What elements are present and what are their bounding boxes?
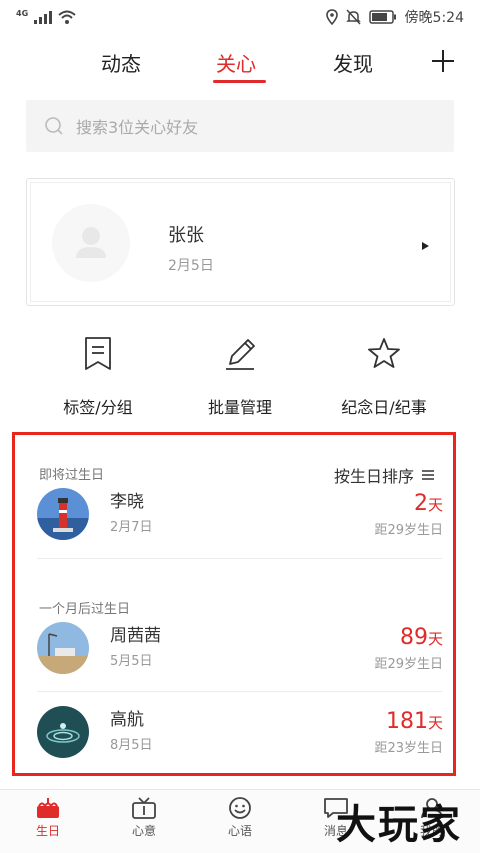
status-left: 4G <box>16 8 76 24</box>
tab-faxian[interactable]: 发现 <box>333 48 373 77</box>
bottom-tab-label: 心意 <box>131 824 156 838</box>
wifi-icon <box>58 10 76 24</box>
days-remaining: 89天 <box>400 625 443 650</box>
tab-dongtai[interactable]: 动态 <box>101 48 141 77</box>
action-batch-manage[interactable]: 批量管理 <box>170 336 310 418</box>
water-drop-photo-icon <box>37 706 89 758</box>
age-distance: 距29岁生日 <box>374 657 443 672</box>
signal-icon <box>34 11 53 24</box>
section-label-upcoming: 即将过生日 <box>39 468 105 483</box>
birthday-row[interactable]: 李晓 2月7日 2天 距29岁生日 <box>37 483 443 545</box>
status-right: 傍晚5:24 <box>325 7 464 27</box>
add-icon[interactable] <box>430 48 456 74</box>
friend-birthday-date: 8月5日 <box>110 738 153 753</box>
bottom-tab-words[interactable]: 心语 <box>192 796 288 839</box>
days-remaining: 2天 <box>414 491 443 516</box>
bottom-tab-label: 生日 <box>35 824 60 838</box>
friend-birthday-date: 5月5日 <box>110 654 153 669</box>
action-label: 纪念日/纪事 <box>341 398 427 417</box>
profile-card[interactable]: 张张 2月5日 <box>26 178 455 306</box>
top-nav: 动态 关心 发现 <box>0 38 480 88</box>
birthday-row[interactable]: 周茜茜 5月5日 89天 距29岁生日 <box>37 617 443 679</box>
watermark-text: 大玩家 <box>336 801 462 848</box>
search-placeholder: 搜索3位关心好友 <box>76 118 199 137</box>
friend-name: 李晓 <box>110 492 144 512</box>
days-value: 181 <box>385 709 428 734</box>
section-label-later: 一个月后过生日 <box>39 602 131 617</box>
action-label: 标签/分组 <box>63 398 133 417</box>
days-value: 89 <box>399 625 428 650</box>
divider <box>37 691 442 692</box>
pencil-icon <box>226 339 255 370</box>
friend-name: 高航 <box>110 710 144 730</box>
smile-icon <box>229 797 251 819</box>
quick-actions: 标签/分组 批量管理 纪念日/纪事 <box>0 336 480 426</box>
battery-icon <box>368 10 396 24</box>
network-type: 4G <box>16 8 29 18</box>
mute-bell-icon <box>345 9 361 25</box>
days-remaining: 181天 <box>386 709 443 734</box>
avatar <box>37 488 89 540</box>
age-distance: 距23岁生日 <box>374 741 443 756</box>
divider <box>37 558 442 559</box>
search-icon <box>45 117 63 135</box>
play-arrow-icon[interactable] <box>421 241 430 251</box>
action-anniversary[interactable]: 纪念日/纪事 <box>314 336 454 418</box>
gift-tv-icon <box>132 797 156 819</box>
birthday-row[interactable]: 高航 8月5日 181天 距23岁生日 <box>37 701 443 763</box>
bottom-tab-gift[interactable]: 心意 <box>96 796 192 839</box>
action-label: 批量管理 <box>207 398 272 417</box>
days-unit: 天 <box>427 714 443 732</box>
profile-card-inner: 张张 2月5日 <box>30 182 451 302</box>
search-input[interactable]: 搜索3位关心好友 <box>26 100 454 152</box>
default-user-icon <box>76 227 106 258</box>
star-icon <box>368 338 400 368</box>
profile-name: 张张 <box>168 225 204 246</box>
bottom-tab-birthday[interactable]: 生日 <box>0 796 96 839</box>
bottom-tab-label: 心语 <box>227 824 252 838</box>
tab-guanxin[interactable]: 关心 <box>216 48 256 77</box>
avatar <box>37 706 89 758</box>
avatar <box>52 204 130 282</box>
action-tags-groups[interactable]: 标签/分组 <box>28 336 168 418</box>
bookmark-icon <box>85 337 111 370</box>
active-tab-indicator <box>213 80 266 83</box>
avatar <box>37 622 89 674</box>
days-unit: 天 <box>427 496 443 514</box>
age-distance: 距29岁生日 <box>374 523 443 538</box>
status-bar: 4G 傍晚5:24 <box>0 0 480 34</box>
days-value: 2 <box>413 491 428 516</box>
profile-date: 2月5日 <box>168 258 214 274</box>
friend-name: 周茜茜 <box>110 626 161 646</box>
harbor-photo-icon <box>37 622 89 674</box>
menu-icon <box>422 470 435 480</box>
location-icon <box>325 9 338 25</box>
lighthouse-photo-icon <box>37 488 89 540</box>
cake-icon <box>37 798 59 818</box>
days-unit: 天 <box>427 630 443 648</box>
friend-birthday-date: 2月7日 <box>110 520 153 535</box>
status-time: 傍晚5:24 <box>404 10 464 26</box>
